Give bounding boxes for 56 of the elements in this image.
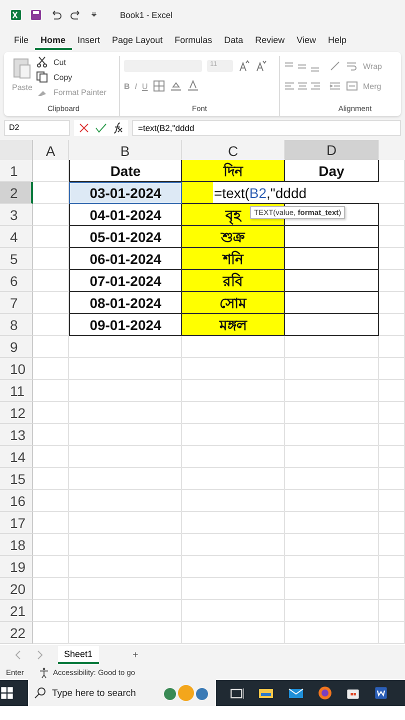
row-header[interactable]: 9 <box>0 336 33 358</box>
table-cell: 05-01-2024 <box>69 226 182 248</box>
row-header[interactable]: 18 <box>0 534 33 556</box>
table-cell: দিন <box>182 160 285 182</box>
row-header[interactable]: 15 <box>0 468 33 490</box>
ribbon-tab[interactable]: File <box>8 32 35 50</box>
row-header[interactable]: 3 <box>0 204 33 226</box>
table-cell: রবি <box>182 270 285 292</box>
table-cell: 04-01-2024 <box>69 204 182 226</box>
column-header[interactable]: D <box>285 140 379 162</box>
cell-editor[interactable]: =text(B2,"dddd <box>213 182 379 204</box>
row-header[interactable]: 6 <box>0 270 33 292</box>
row-header[interactable]: 2 <box>0 182 33 204</box>
window-title: Book1 - Excel <box>120 10 172 20</box>
name-box[interactable]: D2 <box>4 120 70 136</box>
table-cell: 08-01-2024 <box>69 292 182 314</box>
formula-field[interactable]: =text(B2,"dddd <box>132 120 401 136</box>
table-cell: সোম <box>182 292 285 314</box>
row-header[interactable]: 16 <box>0 490 33 512</box>
cut-button[interactable]: Cut <box>53 58 66 66</box>
ribbon-tab[interactable]: Home <box>34 32 72 50</box>
ribbon-tab[interactable]: Help <box>322 32 353 50</box>
table-cell: Day <box>285 160 379 182</box>
row-header[interactable]: 13 <box>0 424 33 446</box>
row-header[interactable]: 22 <box>0 622 33 644</box>
table-cell: 09-01-2024 <box>69 314 182 336</box>
row-header[interactable]: 4 <box>0 226 33 248</box>
row-header[interactable]: 17 <box>0 512 33 534</box>
table-cell: মঙ্গল <box>182 314 285 336</box>
table-cell: 03-01-2024 <box>69 182 182 204</box>
ribbon-tab[interactable]: Formulas <box>168 32 218 50</box>
row-header[interactable]: 5 <box>0 248 33 270</box>
row-header[interactable]: 14 <box>0 446 33 468</box>
row-header[interactable]: 10 <box>0 358 33 380</box>
taskbar-search-field[interactable]: Type here to search <box>28 680 216 706</box>
row-header[interactable]: 21 <box>0 600 33 622</box>
sheet-tab[interactable]: Sheet1 <box>58 646 99 664</box>
ribbon-tab[interactable]: Data <box>218 32 250 50</box>
table-cell: Date <box>69 160 182 182</box>
row-header[interactable]: 20 <box>0 578 33 600</box>
ribbon-tab[interactable]: Page Layout <box>106 32 169 50</box>
ribbon-tab[interactable]: Review <box>249 32 291 50</box>
copy-button[interactable]: Copy <box>53 72 72 82</box>
ribbon-tab[interactable]: Insert <box>72 32 106 50</box>
row-header[interactable]: 8 <box>0 314 33 336</box>
row-header[interactable]: 7 <box>0 292 33 314</box>
row-header[interactable]: 1 <box>0 160 33 182</box>
add-sheet-button[interactable]: + <box>132 650 138 660</box>
table-cell: শুক্র <box>182 226 285 248</box>
table-cell: 07-01-2024 <box>69 270 182 292</box>
table-cell: 06-01-2024 <box>69 248 182 270</box>
table-cell: শনি <box>182 248 285 270</box>
row-header[interactable]: 19 <box>0 556 33 578</box>
row-header[interactable]: 11 <box>0 380 33 402</box>
ribbon-tab[interactable]: View <box>290 32 322 50</box>
row-header[interactable]: 12 <box>0 402 33 424</box>
